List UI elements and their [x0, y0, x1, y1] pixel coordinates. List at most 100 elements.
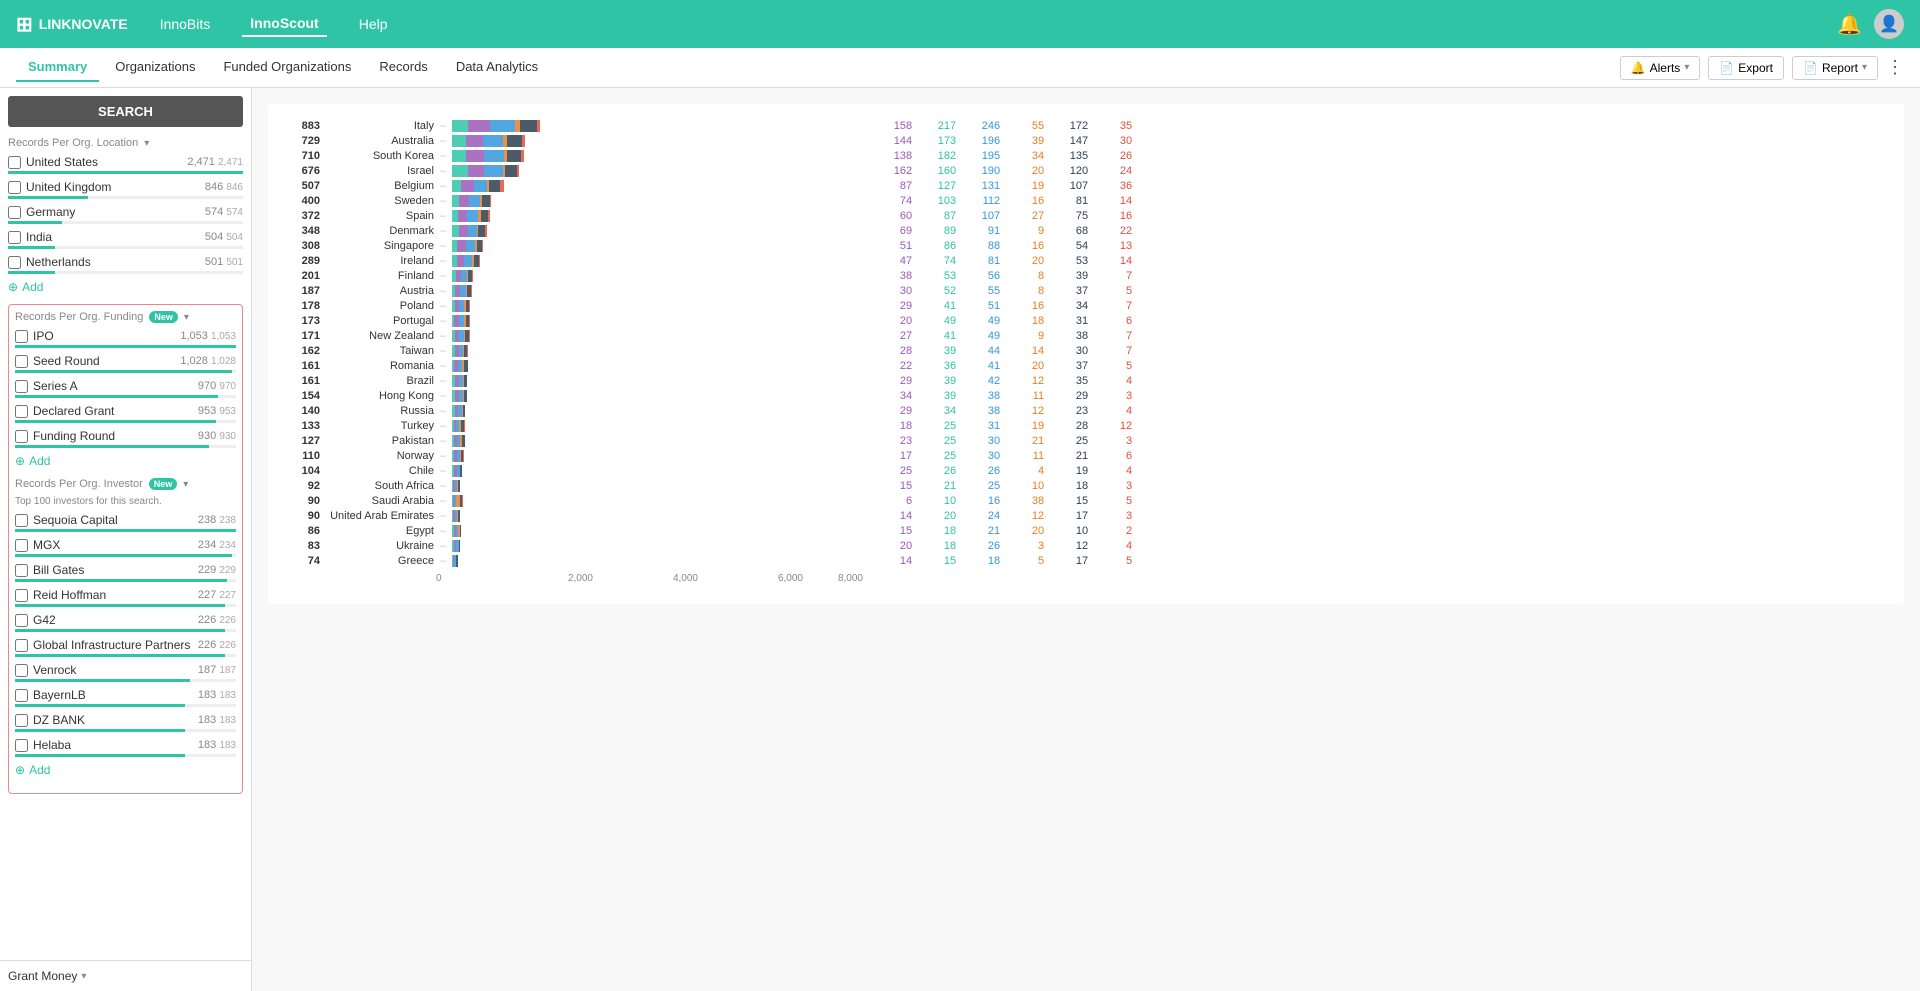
filter-item[interactable]: Netherlands 501 501 — [8, 255, 243, 274]
filter-item[interactable]: IPO 1,053 1,053 — [15, 329, 236, 348]
nav-innoscout[interactable]: InnoScout — [242, 11, 326, 37]
stat-value: 53 — [928, 270, 956, 282]
filter-item[interactable]: Series A 970 970 — [15, 379, 236, 398]
row-label: Norway — [324, 450, 434, 462]
filter-item[interactable]: United Kingdom 846 846 — [8, 180, 243, 199]
top-nav: ⊞ LINKNOVATE InnoBits InnoScout Help 🔔 👤 — [0, 0, 1920, 48]
row-total: 92 — [284, 480, 320, 492]
filter-checkbox[interactable] — [15, 405, 28, 418]
filter-checkbox[interactable] — [15, 564, 28, 577]
filter-checkbox[interactable] — [15, 639, 28, 652]
filter-item[interactable]: Global Infrastructure Partners 226 226 — [15, 638, 236, 657]
filter-item[interactable]: Germany 574 574 — [8, 205, 243, 224]
user-avatar[interactable]: 👤 — [1874, 9, 1904, 39]
stat-value: 16 — [1016, 195, 1044, 207]
location-section-title: Records Per Org. Location — [8, 137, 138, 149]
stat-value: 2 — [1104, 525, 1132, 537]
filter-checkbox[interactable] — [15, 330, 28, 343]
tab-data-analytics[interactable]: Data Analytics — [444, 53, 550, 82]
stat-value: 6 — [884, 495, 912, 507]
tab-records[interactable]: Records — [367, 53, 439, 82]
row-label: South Africa — [324, 480, 434, 492]
chart-row: 348 Denmark – 69899196822 — [284, 225, 1888, 237]
filter-checkbox[interactable] — [15, 614, 28, 627]
filter-checkbox[interactable] — [15, 355, 28, 368]
filter-checkbox[interactable] — [8, 181, 21, 194]
filter-checkbox[interactable] — [15, 664, 28, 677]
funding-add-button[interactable]: ⊕ Add — [15, 454, 236, 468]
notification-bell-icon[interactable]: 🔔 — [1837, 12, 1862, 37]
filter-item[interactable]: United States 2,471 2,471 — [8, 155, 243, 174]
bar-segment — [464, 360, 468, 372]
filter-item[interactable]: Declared Grant 953 953 — [15, 404, 236, 423]
tab-summary[interactable]: Summary — [16, 53, 99, 82]
chart-row: 173 Portugal – 20494918316 — [284, 315, 1888, 327]
filter-checkbox[interactable] — [15, 514, 28, 527]
filter-item[interactable]: Bill Gates 229 229 — [15, 563, 236, 582]
location-add-button[interactable]: ⊕ Add — [8, 280, 243, 294]
stat-value: 4 — [1104, 465, 1132, 477]
report-button[interactable]: 📄 Report ▾ — [1792, 56, 1878, 80]
filter-item[interactable]: India 504 504 — [8, 230, 243, 249]
filter-item[interactable]: Funding Round 930 930 — [15, 429, 236, 448]
filter-count: 226 226 — [198, 639, 236, 651]
stat-value: 4 — [1104, 540, 1132, 552]
investor-add-button[interactable]: ⊕ Add — [15, 763, 236, 777]
stat-value: 5 — [1104, 495, 1132, 507]
stat-value: 20 — [884, 315, 912, 327]
main-layout: SEARCH Records Per Org. Location ▾ Unite… — [0, 88, 1920, 991]
stat-value: 47 — [884, 255, 912, 267]
stat-value: 42 — [972, 375, 1000, 387]
bar-chart — [452, 210, 872, 222]
filter-item[interactable]: Reid Hoffman 227 227 — [15, 588, 236, 607]
stat-value: 14 — [884, 555, 912, 567]
tab-funded-organizations[interactable]: Funded Organizations — [211, 53, 363, 82]
filter-checkbox[interactable] — [15, 589, 28, 602]
filter-checkbox[interactable] — [15, 430, 28, 443]
filter-checkbox[interactable] — [8, 231, 21, 244]
filter-item[interactable]: Venrock 187 187 — [15, 663, 236, 682]
bar-segment — [460, 465, 462, 477]
stat-value: 11 — [1016, 450, 1044, 462]
nav-help[interactable]: Help — [351, 12, 396, 36]
alerts-button[interactable]: 🔔 Alerts ▾ — [1620, 56, 1701, 80]
filter-count: 183 183 — [198, 689, 236, 701]
filter-label: United States — [26, 155, 98, 169]
bar-chart — [452, 135, 872, 147]
filter-checkbox[interactable] — [8, 206, 21, 219]
filter-checkbox[interactable] — [15, 714, 28, 727]
row-stats: 14202412173 — [884, 510, 1132, 522]
stat-value: 8 — [1016, 285, 1044, 297]
more-options-button[interactable]: ⋮ — [1886, 57, 1904, 78]
nav-innobits[interactable]: InnoBits — [152, 12, 219, 36]
bar-chart — [452, 360, 872, 372]
chart-row: 187 Austria – 3052558375 — [284, 285, 1888, 297]
grant-money-footer[interactable]: Grant Money ▾ — [0, 960, 251, 991]
stat-value: 3 — [1104, 435, 1132, 447]
filter-item[interactable]: BayernLB 183 183 — [15, 688, 236, 707]
row-total: 161 — [284, 375, 320, 387]
filter-checkbox[interactable] — [15, 539, 28, 552]
search-button[interactable]: SEARCH — [8, 96, 243, 127]
filter-count: 226 226 — [198, 614, 236, 626]
filter-checkbox[interactable] — [15, 689, 28, 702]
filter-checkbox[interactable] — [15, 739, 28, 752]
filter-item[interactable]: G42 226 226 — [15, 613, 236, 632]
bar-segment — [462, 495, 463, 507]
tab-organizations[interactable]: Organizations — [103, 53, 207, 82]
filter-checkbox[interactable] — [15, 380, 28, 393]
export-button[interactable]: 📄 Export — [1708, 56, 1784, 80]
filter-item[interactable]: Seed Round 1,028 1,028 — [15, 354, 236, 373]
chart-row: 710 South Korea – 1381821953413526 — [284, 150, 1888, 162]
stat-value: 19 — [1016, 420, 1044, 432]
bar-chart — [452, 285, 872, 297]
stat-value: 8 — [1016, 270, 1044, 282]
bar-chart — [452, 465, 872, 477]
filter-item[interactable]: MGX 234 234 — [15, 538, 236, 557]
filter-item[interactable]: Sequoia Capital 238 238 — [15, 513, 236, 532]
filter-item[interactable]: DZ BANK 183 183 — [15, 713, 236, 732]
filter-item[interactable]: Helaba 183 183 — [15, 738, 236, 757]
bar-chart — [452, 555, 872, 567]
filter-checkbox[interactable] — [8, 156, 21, 169]
filter-checkbox[interactable] — [8, 256, 21, 269]
